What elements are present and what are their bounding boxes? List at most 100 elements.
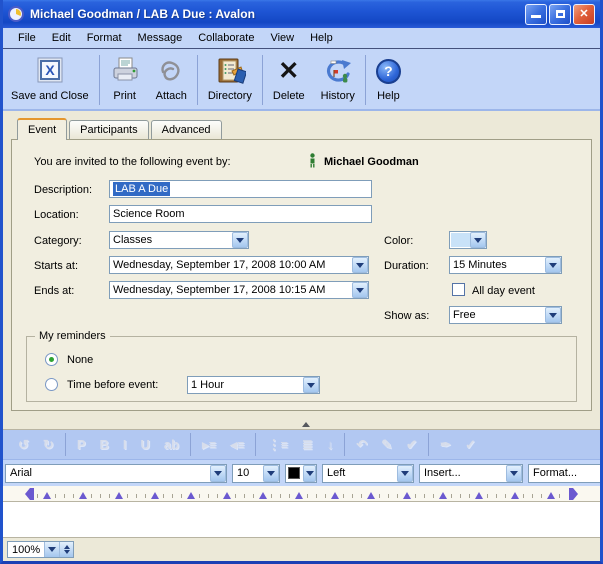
all-day-label: All day event: [472, 285, 535, 297]
history-label: History: [321, 90, 355, 102]
save-and-close-button[interactable]: X Save and Close: [3, 53, 97, 109]
toolbar-separator: [365, 55, 366, 105]
color-select[interactable]: [449, 231, 487, 249]
paragraph-style-icon[interactable]: P: [70, 437, 93, 452]
reminder-time-radio[interactable]: [45, 378, 58, 391]
show-as-select[interactable]: Free: [449, 306, 562, 324]
ruler[interactable]: [3, 486, 600, 502]
attach-button[interactable]: Attach: [148, 53, 195, 109]
tab-advanced[interactable]: Advanced: [151, 120, 222, 140]
splitter-bar[interactable]: [3, 419, 600, 430]
paperclip-icon: [156, 55, 186, 87]
ends-at-value: Wednesday, September 17, 2008 10:15 AM: [113, 284, 325, 296]
chevron-down-icon[interactable]: [397, 465, 413, 482]
menu-message[interactable]: Message: [130, 29, 191, 47]
toolbar-separator: [344, 433, 345, 456]
menu-help[interactable]: Help: [302, 29, 341, 47]
tab-participants[interactable]: Participants: [69, 120, 148, 140]
spellcheck-icon[interactable]: ✓: [458, 437, 483, 453]
outdent-icon[interactable]: ◂≡: [223, 437, 251, 453]
message-body[interactable]: [3, 502, 600, 537]
toolbar-separator: [65, 433, 66, 456]
duration-value: 15 Minutes: [453, 259, 507, 271]
menu-file[interactable]: File: [10, 29, 44, 47]
align-select[interactable]: Left: [322, 464, 414, 483]
titlebar[interactable]: Michael Goodman / LAB A Due : Avalon ▬ ✕: [3, 0, 600, 28]
plain-text-icon[interactable]: ab: [157, 437, 186, 452]
menu-collaborate[interactable]: Collaborate: [190, 29, 262, 47]
event-window: Michael Goodman / LAB A Due : Avalon ▬ ✕…: [0, 0, 603, 564]
underline-icon[interactable]: U: [134, 437, 157, 452]
reminder-none-radio[interactable]: [45, 353, 58, 366]
category-select[interactable]: Classes: [109, 231, 249, 249]
delete-x-icon: ✕: [278, 55, 299, 87]
window-icon: [8, 6, 25, 23]
chevron-down-icon[interactable]: [545, 307, 561, 323]
toolbar-separator: [99, 55, 100, 105]
starts-at-select[interactable]: Wednesday, September 17, 2008 10:00 AM: [109, 256, 369, 274]
invite-text: You are invited to the following event b…: [34, 156, 231, 168]
text-color-select[interactable]: [285, 464, 317, 483]
undo-icon[interactable]: ↺: [11, 437, 36, 453]
pencil-icon[interactable]: ✎: [374, 437, 399, 453]
align-value: Left: [327, 467, 345, 479]
chevron-down-icon[interactable]: [232, 232, 248, 248]
collapse-arrow-icon[interactable]: [302, 422, 310, 427]
format-select[interactable]: Format...: [528, 464, 600, 483]
history-button[interactable]: History: [313, 53, 363, 109]
ends-at-select[interactable]: Wednesday, September 17, 2008 10:15 AM: [109, 281, 369, 299]
italic-icon[interactable]: I: [116, 437, 134, 452]
signature-icon[interactable]: ✒: [433, 437, 458, 453]
chevron-down-icon[interactable]: [545, 257, 561, 273]
chevron-down-icon[interactable]: [303, 465, 316, 482]
redo-icon[interactable]: ↻: [36, 437, 61, 453]
menu-edit[interactable]: Edit: [44, 29, 79, 47]
address-book-icon: [214, 55, 246, 87]
menu-view[interactable]: View: [262, 29, 302, 47]
chevron-down-icon[interactable]: [352, 257, 368, 273]
paragraph-spacing-icon[interactable]: ≣: [295, 437, 320, 453]
chevron-down-icon[interactable]: [263, 465, 279, 482]
reminder-time-value: 1 Hour: [191, 379, 224, 391]
starts-at-value: Wednesday, September 17, 2008 10:00 AM: [113, 259, 325, 271]
bold-icon[interactable]: B: [92, 437, 115, 452]
close-button[interactable]: ✕: [573, 4, 595, 25]
font-size-select[interactable]: 10: [232, 464, 280, 483]
zoom-spinner[interactable]: [59, 542, 73, 557]
minimize-button[interactable]: ▬: [525, 4, 547, 25]
approve-edit-icon[interactable]: ✔: [399, 437, 424, 453]
insert-select[interactable]: Insert...: [419, 464, 523, 483]
move-down-icon[interactable]: ↓: [320, 437, 341, 452]
reminder-none-label: None: [67, 354, 93, 366]
location-value: Science Room: [113, 208, 185, 220]
chevron-down-icon[interactable]: [506, 465, 522, 482]
menu-format[interactable]: Format: [79, 29, 130, 47]
zoom-control[interactable]: 100%: [7, 541, 74, 558]
duration-select[interactable]: 15 Minutes: [449, 256, 562, 274]
maximize-button[interactable]: [549, 4, 571, 25]
toolbar-separator: [428, 433, 429, 456]
tab-event[interactable]: Event: [17, 118, 67, 140]
chevron-down-icon[interactable]: [210, 465, 226, 482]
chevron-down-icon[interactable]: [44, 542, 59, 557]
chevron-down-icon[interactable]: [352, 282, 368, 298]
person-icon: [308, 153, 317, 168]
revert-format-icon[interactable]: ↶: [349, 437, 374, 453]
chevron-down-icon[interactable]: [470, 232, 486, 248]
help-button[interactable]: ? Help: [368, 53, 409, 109]
font-family-select[interactable]: Arial: [5, 464, 227, 483]
description-input[interactable]: LAB A Due: [109, 180, 372, 198]
directory-button[interactable]: Directory: [200, 53, 260, 109]
location-input[interactable]: Science Room: [109, 205, 372, 223]
reminder-time-select[interactable]: 1 Hour: [187, 376, 320, 394]
indent-icon[interactable]: ▸≡: [195, 437, 223, 453]
chevron-down-icon[interactable]: [303, 377, 319, 393]
delete-button[interactable]: ✕ Delete: [265, 53, 313, 109]
category-label: Category:: [34, 235, 82, 247]
all-day-checkbox[interactable]: [452, 283, 465, 296]
line-spacing-icon[interactable]: ⋮≡: [260, 437, 295, 453]
show-as-value: Free: [453, 309, 476, 321]
font-toolbar: Arial 10 Left Insert... Format...: [3, 460, 600, 486]
print-button[interactable]: Print: [102, 53, 148, 109]
history-icon: [322, 55, 354, 87]
